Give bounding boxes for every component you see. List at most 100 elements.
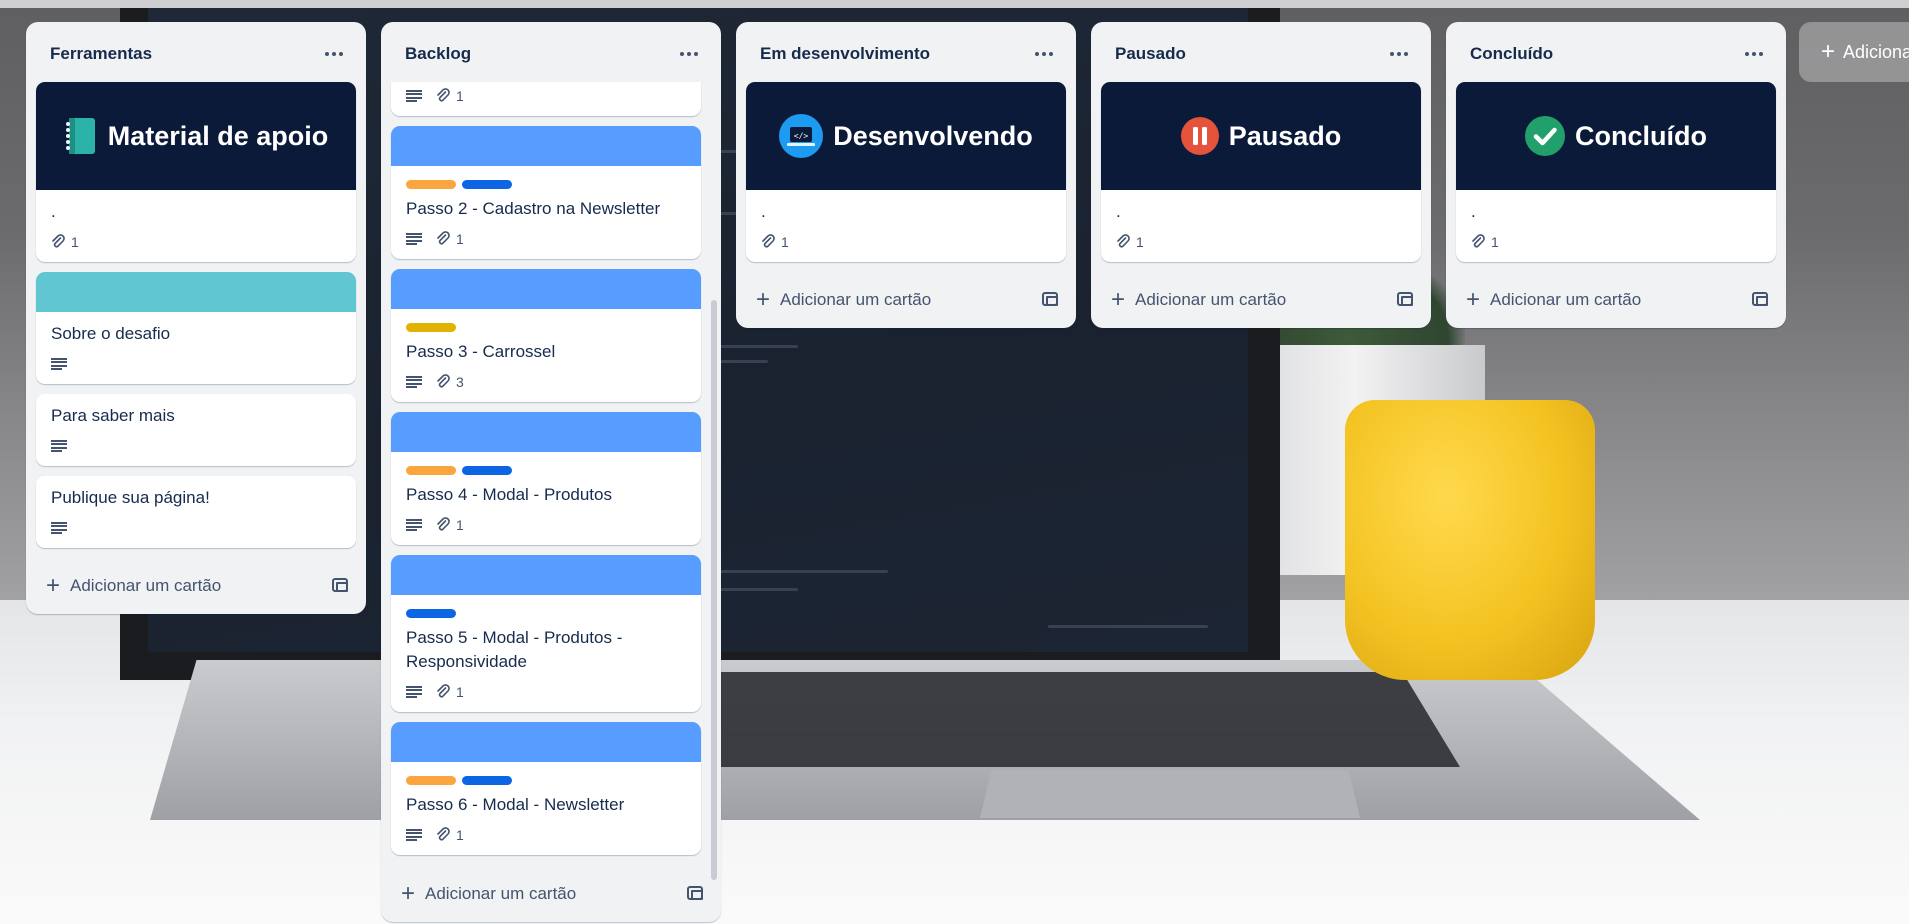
add-card-button[interactable]: + Adicionar um cartão [1466, 288, 1642, 312]
card-title: Passo 2 - Cadastro na Newsletter [406, 199, 661, 218]
add-list-label: Adiciona [1843, 41, 1909, 62]
add-card-button[interactable]: + Adicionar um cartão [401, 880, 576, 907]
card-title: Passo 6 - Modal - Newsletter [406, 795, 625, 814]
card-concluido[interactable]: Concluído . 1 [1456, 82, 1776, 262]
plus-icon: + [1111, 286, 1126, 313]
card-title: Passo 4 - Modal - Produtos [406, 485, 612, 504]
card-template-icon[interactable] [1752, 292, 1768, 306]
label-yellow[interactable] [406, 323, 456, 332]
card-sobre-o-desafio[interactable]: Sobre o desafio [36, 272, 356, 384]
card-publique-sua-pagina[interactable]: Publique sua página! [36, 476, 356, 548]
list-header[interactable]: Pausado [1091, 22, 1431, 82]
cover-text: Concluído [1575, 120, 1707, 151]
add-card-button[interactable]: + Adicionar um cartão [1111, 286, 1286, 313]
card-passo-5[interactable]: Passo 5 - Modal - Produtos - Responsivid… [391, 555, 701, 712]
card-list: Material de apoio . 1 Sobre o desafio Pa… [26, 82, 366, 548]
card-title: . [1471, 202, 1476, 221]
attachment-count: 1 [456, 827, 464, 843]
svg-text:</>: </> [794, 132, 809, 141]
list-header[interactable]: Concluído [1446, 22, 1786, 82]
add-card-button[interactable]: + Adicionar um cartão [46, 572, 221, 599]
card-desenvolvendo[interactable]: </> Desenvolvendo . 1 [746, 82, 1066, 262]
list-pausado: Pausado Pausado . 1 + Adicionar um cartã… [1091, 22, 1431, 328]
card-title: . [761, 202, 766, 221]
card-para-saber-mais[interactable]: Para saber mais [36, 394, 356, 466]
pause-icon [1180, 117, 1219, 155]
list-title[interactable]: Concluído [1470, 44, 1770, 64]
cover-text: Material de apoio [107, 120, 329, 151]
add-card-label: Adicionar um cartão [1490, 290, 1642, 309]
paperclip-icon [437, 684, 450, 698]
label-blue[interactable] [406, 609, 456, 618]
paperclip-icon [762, 234, 775, 248]
attachment-badge: 3 [436, 374, 464, 390]
paperclip-icon [1117, 234, 1130, 248]
card-cover [36, 272, 356, 312]
add-card-label: Adicionar um cartão [780, 290, 932, 309]
card-template-icon[interactable] [1042, 292, 1058, 306]
attachment-count: 1 [71, 234, 79, 250]
plus-icon: + [46, 572, 61, 599]
card-template-icon[interactable] [687, 886, 703, 900]
card-title: Publique sua página! [51, 488, 210, 507]
card-title: Sobre o desafio [51, 324, 171, 343]
card-cover: </> Desenvolvendo [746, 82, 1066, 190]
add-card-button[interactable]: + Adicionar um cartão [756, 288, 932, 312]
card-template-icon[interactable] [1397, 292, 1413, 306]
card-material-de-apoio[interactable]: Material de apoio . 1 [36, 82, 356, 262]
list-header[interactable]: Backlog [381, 22, 721, 82]
list-menu-button[interactable] [1738, 40, 1770, 68]
attachment-count: 1 [1136, 234, 1144, 250]
card-title: Para saber mais [51, 406, 175, 425]
board: Ferramentas Material de apoio . 1 Sobre … [0, 0, 1909, 924]
card-cover: Pausado [1101, 82, 1421, 190]
attachment-count: 1 [781, 234, 789, 250]
card-passo-3[interactable]: Passo 3 - Carrossel 3 [391, 269, 701, 402]
list-scrollbar[interactable] [711, 300, 717, 880]
card-passo-1[interactable]: 1 [391, 82, 701, 116]
card-list: </> Desenvolvendo . 1 [736, 82, 1076, 262]
paperclip-icon [52, 234, 65, 248]
paperclip-icon [437, 231, 450, 245]
label-orange[interactable] [406, 180, 456, 189]
card-pausado[interactable]: Pausado . 1 [1101, 82, 1421, 262]
attachment-badge: 1 [51, 234, 79, 250]
list-title[interactable]: Pausado [1115, 44, 1415, 64]
list-menu-button[interactable] [318, 40, 350, 68]
label-orange[interactable] [406, 466, 456, 475]
card-template-icon[interactable] [332, 578, 348, 592]
check-circle-icon [1525, 116, 1565, 156]
card-labels [406, 776, 686, 785]
label-blue[interactable] [462, 776, 512, 785]
list-title[interactable]: Em desenvolvimento [760, 44, 1060, 64]
list-menu-button[interactable] [1383, 40, 1415, 68]
list-header[interactable]: Em desenvolvimento [736, 22, 1076, 82]
plus-icon: + [401, 880, 416, 907]
paperclip-icon [1472, 234, 1485, 248]
paperclip-icon [437, 88, 450, 102]
attachment-badge: 1 [436, 88, 464, 104]
card-list: Concluído . 1 [1446, 82, 1786, 262]
description-icon [51, 522, 67, 534]
list-em-desenvolvimento: Em desenvolvimento </> Desenvolvendo . 1… [736, 22, 1076, 328]
list-title[interactable]: Backlog [405, 44, 705, 64]
description-icon [406, 376, 422, 388]
card-passo-6[interactable]: Passo 6 - Modal - Newsletter 1 [391, 722, 701, 855]
list-title[interactable]: Ferramentas [50, 44, 350, 64]
list-header[interactable]: Ferramentas [26, 22, 366, 82]
card-labels [406, 609, 686, 618]
list-concluido: Concluído Concluído . 1 + Adicionar um c… [1446, 22, 1786, 328]
attachment-badge: 1 [1471, 234, 1499, 250]
list-menu-button[interactable] [673, 40, 705, 68]
list-ferramentas: Ferramentas Material de apoio . 1 Sobre … [26, 22, 366, 614]
add-list-button[interactable]: + Adiciona [1799, 22, 1909, 82]
card-cover [391, 269, 701, 309]
label-blue[interactable] [462, 180, 512, 189]
label-blue[interactable] [462, 466, 512, 475]
attachment-badge: 1 [436, 517, 464, 533]
card-passo-2[interactable]: Passo 2 - Cadastro na Newsletter 1 [391, 126, 701, 259]
attachment-badge: 1 [436, 231, 464, 247]
list-menu-button[interactable] [1028, 40, 1060, 68]
label-orange[interactable] [406, 776, 456, 785]
card-passo-4[interactable]: Passo 4 - Modal - Produtos 1 [391, 412, 701, 545]
